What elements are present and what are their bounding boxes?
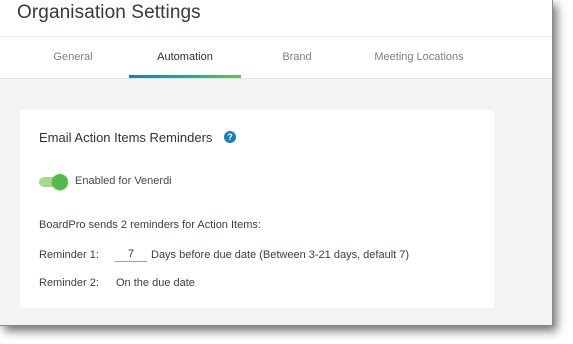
tab-general[interactable]: General: [41, 37, 105, 78]
reminder-1-description: Days before due date (Between 3-21 days,…: [151, 249, 410, 261]
toggle-knob: [52, 174, 68, 190]
tab-label: Brand: [282, 51, 312, 63]
tab-brand[interactable]: Brand: [268, 37, 326, 78]
settings-window: Organisation Settings General Automation…: [0, 0, 553, 326]
reminders-toggle[interactable]: [39, 174, 68, 190]
reminder-1-label: Reminder 1:: [39, 249, 99, 261]
question-circle-icon[interactable]: ?: [224, 131, 236, 143]
reminder-2-text: On the due date: [116, 277, 195, 289]
tab-bar: General Automation Brand Meeting Locatio…: [0, 37, 552, 78]
email-reminders-card: Email Action Items Reminders ? Enabled f…: [20, 110, 494, 308]
tab-label: Meeting Locations: [374, 51, 464, 63]
reminder-1-days-input[interactable]: [115, 246, 147, 262]
page-header: Organisation Settings General Automation…: [0, 0, 552, 79]
toggle-label: Enabled for Venerdi: [75, 175, 172, 187]
tab-automation[interactable]: Automation: [129, 37, 241, 78]
reminders-heading: BoardPro sends 2 reminders for Action It…: [39, 219, 261, 231]
tab-label: General: [53, 51, 93, 63]
tab-label: Automation: [157, 51, 213, 63]
page-title: Organisation Settings: [17, 2, 201, 23]
reminder-2-label: Reminder 2:: [39, 277, 99, 289]
card-title: Email Action Items Reminders: [39, 130, 213, 145]
active-tab-indicator: [129, 75, 241, 78]
tab-meeting-locations[interactable]: Meeting Locations: [358, 37, 480, 78]
